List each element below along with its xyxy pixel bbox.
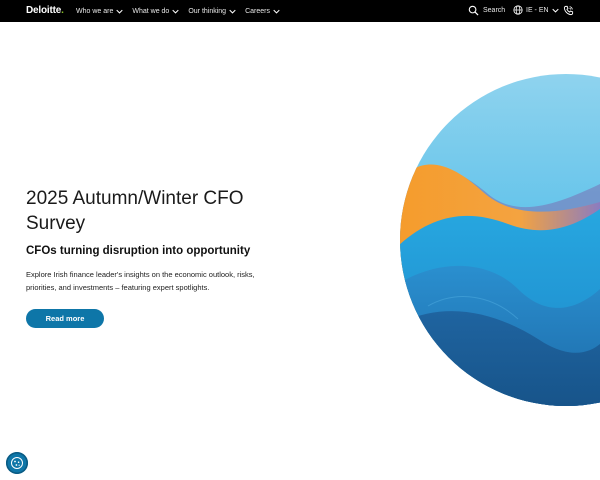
logo-text: Deloitte bbox=[26, 5, 62, 16]
contact-button[interactable] bbox=[563, 5, 574, 18]
top-navigation-bar: Deloitte. Who we are What we do Our thin… bbox=[0, 0, 600, 22]
chevron-down-icon bbox=[172, 9, 179, 14]
hero-wave-illustration bbox=[400, 74, 600, 406]
search-label: Search bbox=[483, 7, 506, 14]
search-icon bbox=[468, 5, 479, 16]
chevron-down-icon bbox=[229, 9, 236, 14]
nav-item-label: Our thinking bbox=[188, 7, 227, 15]
nav-item-careers[interactable]: Careers bbox=[245, 8, 280, 15]
chevron-down-icon bbox=[551, 8, 559, 13]
cookie-icon bbox=[11, 457, 23, 469]
language-selector[interactable]: IE - EN bbox=[513, 5, 559, 15]
nav-item-label: What we do bbox=[132, 7, 170, 15]
hero-description: Explore Irish finance leader's insights … bbox=[26, 270, 255, 292]
deloitte-logo[interactable]: Deloitte. bbox=[26, 5, 64, 16]
globe-icon bbox=[513, 5, 523, 15]
hero-title: 2025 Autumn/Winter CFO Survey bbox=[26, 188, 244, 234]
chevron-down-icon bbox=[273, 9, 280, 14]
search-button[interactable]: Search bbox=[468, 5, 505, 16]
cookie-settings-button[interactable] bbox=[6, 452, 28, 474]
read-more-button[interactable]: Read more bbox=[26, 309, 104, 328]
nav-item-label: Who we are bbox=[76, 7, 114, 15]
nav-item-what-we-do[interactable]: What we do bbox=[132, 8, 179, 15]
phone-icon bbox=[563, 5, 574, 16]
chevron-down-icon bbox=[116, 9, 124, 14]
hero-subtitle: CFOs turning disruption into opportunity bbox=[26, 245, 251, 257]
nav-item-who-we-are[interactable]: Who we are bbox=[76, 7, 124, 15]
nav-item-label: Careers bbox=[245, 7, 270, 15]
language-label: IE - EN bbox=[526, 6, 549, 14]
logo-dot: . bbox=[61, 5, 64, 16]
nav-item-our-thinking[interactable]: Our thinking bbox=[188, 8, 236, 15]
main-menu: Who we are What we do Our thinking Caree… bbox=[76, 0, 280, 22]
